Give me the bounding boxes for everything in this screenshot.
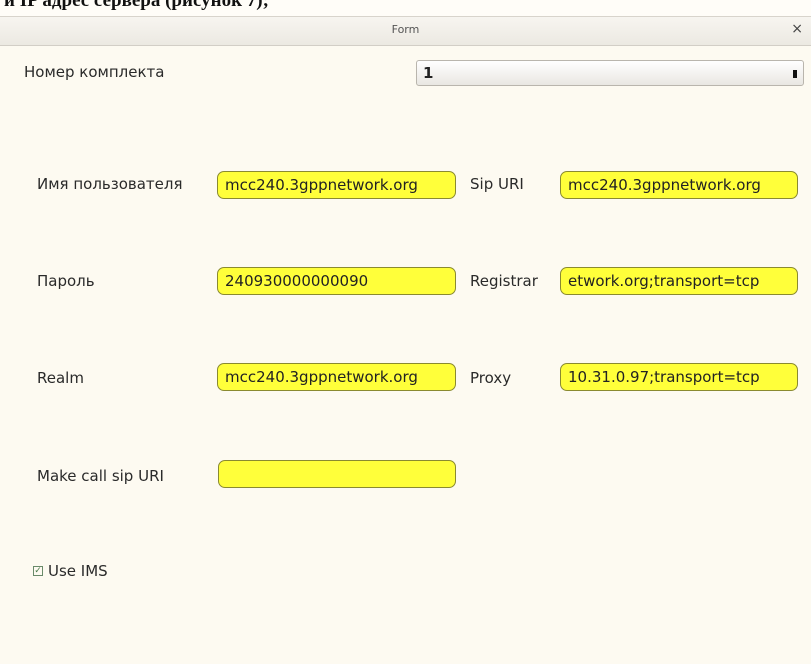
dropdown-arrow-icon	[793, 70, 797, 78]
kit-number-label: Номер комплекта	[24, 63, 165, 81]
checkbox-check-icon[interactable]: ✓	[33, 566, 43, 576]
password-field[interactable]	[217, 267, 456, 295]
kit-number-select[interactable]: 1	[416, 60, 804, 86]
form-window: Form × Номер комплекта 1 Имя пользовател…	[0, 16, 811, 664]
kit-number-value: 1	[423, 64, 434, 82]
window-title: Form	[391, 23, 420, 36]
realm-label: Realm	[37, 369, 84, 387]
username-field[interactable]	[217, 171, 456, 199]
title-bar[interactable]: Form ×	[0, 17, 811, 46]
page-caption: и IP адрес сервера (рисунок 7);	[4, 0, 269, 11]
sip-uri-field[interactable]	[560, 171, 798, 199]
use-ims-label: Use IMS	[48, 562, 108, 580]
username-label: Имя пользователя	[37, 175, 183, 193]
make-call-uri-label: Make call sip URI	[37, 467, 164, 485]
proxy-label: Proxy	[470, 369, 512, 387]
registrar-field[interactable]	[560, 267, 798, 295]
proxy-field[interactable]	[560, 363, 798, 391]
sip-uri-label: Sip URI	[470, 175, 524, 193]
registrar-label: Registrar	[470, 272, 538, 290]
make-call-uri-field[interactable]	[218, 460, 456, 488]
close-icon[interactable]: ×	[791, 21, 803, 37]
password-label: Пароль	[37, 272, 95, 290]
realm-field[interactable]	[217, 363, 456, 391]
use-ims-checkbox[interactable]: ✓ Use IMS	[33, 562, 108, 580]
